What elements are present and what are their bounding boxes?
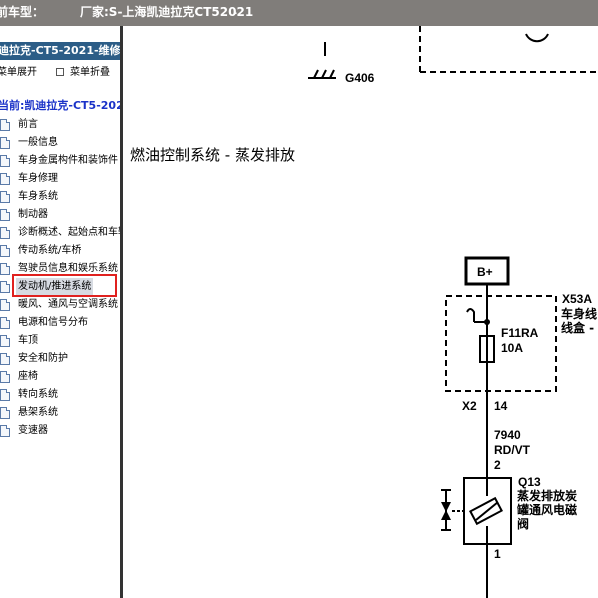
ground-symbol-icon <box>308 69 336 79</box>
fusebox-desc-1: 车身线 <box>561 306 597 321</box>
fusebox-id-label: X53A <box>562 292 592 306</box>
component-id-label: Q13 <box>518 475 541 489</box>
pin-2-label: 2 <box>494 458 501 472</box>
connector-label: X2 <box>462 399 477 413</box>
fuse-hook <box>466 308 475 322</box>
component-desc-1: 蒸发排放炭 <box>517 488 577 503</box>
fusebox-desc-2: 线盒 - <box>561 320 594 335</box>
component-desc-2: 罐通风电磁 <box>516 502 577 517</box>
valve-actuator-icon <box>441 489 464 531</box>
ground-label: G406 <box>345 71 375 85</box>
wire-color-label: RD/VT <box>494 443 531 457</box>
pin-1-label: 1 <box>494 547 501 561</box>
battery-label: B+ <box>477 265 493 279</box>
fuse-rating-label: 10A <box>501 341 523 355</box>
wiring-diagram: G406 B+ F11RA 10A X53A 车身线 线盒 - X2 14 79… <box>308 26 598 598</box>
component-desc-3: 阀 <box>517 517 529 531</box>
upper-circle-fragment <box>525 33 549 43</box>
pin-14-label: 14 <box>494 399 508 413</box>
fuse-id-label: F11RA <box>501 326 539 340</box>
circuit-number-label: 7940 <box>494 428 521 442</box>
